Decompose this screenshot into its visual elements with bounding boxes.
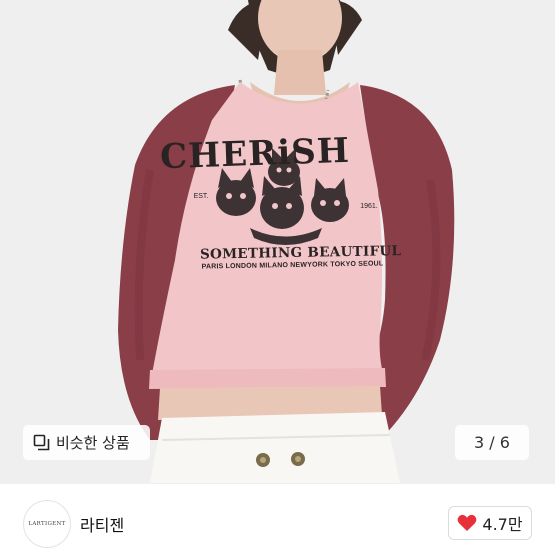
model-photo-illustration [0, 0, 555, 483]
product-image[interactable]: CHERiSH EST. 1961. SOMETHING BEAUTIFUL P… [0, 0, 555, 483]
similar-products-label: 비슷한 상품 [56, 434, 130, 452]
brand-name[interactable]: 라티젠 [80, 512, 124, 536]
similar-items-icon [33, 434, 50, 451]
image-counter: 3 / 6 [455, 425, 529, 460]
brand-logo[interactable]: LARTIGENT [23, 500, 71, 548]
shirt-print-subtitle: SOMETHING BEAUTIFUL [199, 243, 402, 263]
similar-products-button[interactable]: 비슷한 상품 [23, 425, 150, 460]
heart-icon [457, 514, 477, 532]
brand-logo-text: LARTIGENT [28, 521, 66, 527]
shirt-print-year: 1961. [360, 203, 378, 210]
shirt-print-title: CHERiSH [159, 130, 351, 178]
like-count: 4.7만 [482, 515, 523, 534]
like-button[interactable]: 4.7만 [448, 506, 532, 540]
shirt-print-est: EST. [193, 193, 209, 200]
